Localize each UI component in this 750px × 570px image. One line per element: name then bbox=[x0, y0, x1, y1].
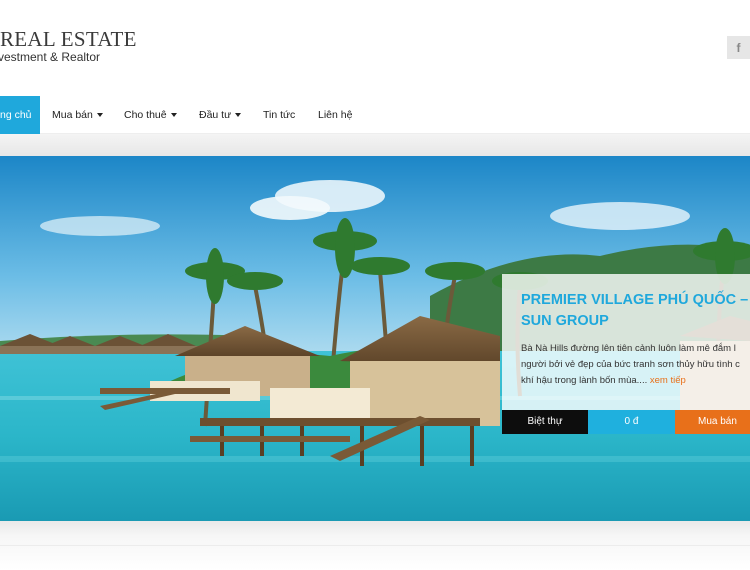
slide-title[interactable]: PREMIER VILLAGE PHÚ QUỐC – SUN GROUP bbox=[521, 290, 750, 332]
slide-caption-body: PREMIER VILLAGE PHÚ QUỐC – SUN GROUP Bà … bbox=[502, 274, 750, 410]
banner-bottom-strip bbox=[0, 521, 750, 570]
nav-item-home[interactable]: ng chủ bbox=[0, 96, 40, 134]
transaction-tag: Mua bán bbox=[675, 410, 750, 434]
slide-title-line1: PREMIER VILLAGE PHÚ QUỐC – bbox=[521, 292, 749, 308]
logo-subtitle: vestment & Realtor bbox=[0, 50, 101, 64]
facebook-icon[interactable]: f bbox=[727, 36, 750, 59]
caret-down-icon bbox=[170, 113, 177, 118]
read-more-link[interactable]: xem tiếp bbox=[650, 375, 686, 386]
slide-title-line2: SUN GROUP bbox=[521, 313, 609, 329]
nav-item-mua-ban-label: Mua bán bbox=[52, 109, 93, 121]
caret-down-icon bbox=[96, 113, 103, 118]
nav-item-cho-thue[interactable]: Cho thuê bbox=[124, 96, 177, 134]
property-type-tag: Biệt thự bbox=[502, 410, 588, 434]
nav-item-tin-tuc-label: Tin tức bbox=[263, 109, 296, 121]
slide-info-bar: Biệt thự 0 đ Mua bán bbox=[502, 410, 750, 434]
slide-desc-line3-wrap: khí hậu trong lành bốn mùa.... xem tiếp bbox=[521, 373, 750, 389]
nav-item-dau-tu-label: Đầu tư bbox=[199, 109, 232, 121]
banner-top-strip bbox=[0, 134, 750, 156]
price-tag: 0 đ bbox=[588, 410, 675, 434]
main-nav: ng chủ Mua bán Cho thuê Đầu tư Tin tức L… bbox=[0, 96, 750, 134]
nav-item-tin-tuc[interactable]: Tin tức bbox=[263, 96, 295, 134]
slide-caption-card: PREMIER VILLAGE PHÚ QUỐC – SUN GROUP Bà … bbox=[502, 274, 750, 434]
slide-description: Bà Nà Hills đường lên tiên cảnh luôn làm… bbox=[521, 341, 750, 389]
nav-item-cho-thue-label: Cho thuê bbox=[124, 109, 167, 121]
site-logo[interactable]: REAL ESTATE vestment & Realtor bbox=[0, 28, 137, 64]
caret-down-icon bbox=[235, 113, 242, 118]
nav-item-home-label: ng chủ bbox=[0, 109, 32, 121]
nav-item-lien-he[interactable]: Liên hệ bbox=[318, 96, 352, 134]
slide-desc-line1: Bà Nà Hills đường lên tiên cảnh luôn làm… bbox=[521, 343, 736, 354]
site-header: REAL ESTATE vestment & Realtor f bbox=[0, 0, 750, 96]
slide-desc-line2: người bởi vẻ đẹp của bức tranh sơn thủy … bbox=[521, 359, 740, 370]
divider bbox=[0, 545, 750, 546]
nav-item-dau-tu[interactable]: Đầu tư bbox=[199, 96, 242, 134]
nav-item-mua-ban[interactable]: Mua bán bbox=[52, 96, 103, 134]
nav-item-lien-he-label: Liên hệ bbox=[318, 109, 353, 121]
logo-title: REAL ESTATE bbox=[0, 27, 137, 51]
slide-desc-line3: khí hậu trong lành bốn mùa.... bbox=[521, 375, 648, 386]
